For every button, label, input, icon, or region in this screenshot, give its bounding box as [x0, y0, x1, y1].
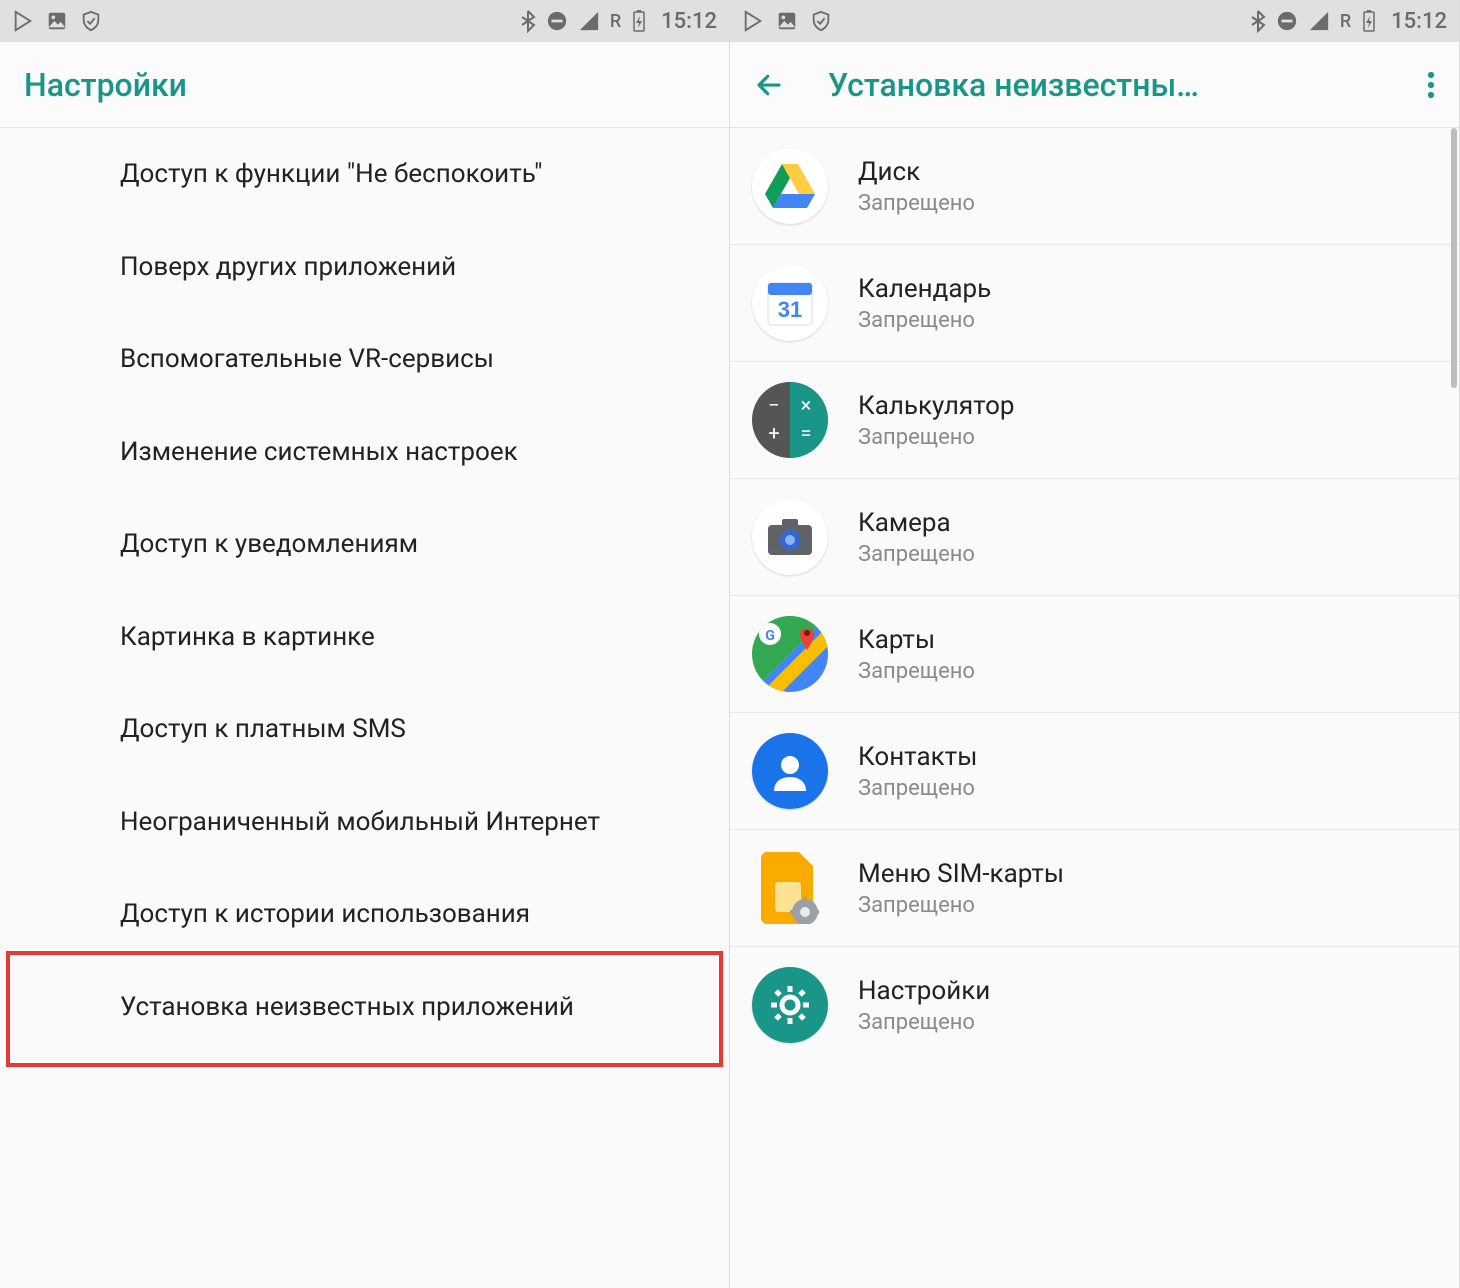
shield-check-icon: [80, 9, 102, 33]
shield-check-icon: [810, 9, 832, 33]
drive-icon: [752, 148, 828, 224]
more-options-button[interactable]: [1427, 70, 1435, 100]
app-row-settings[interactable]: Настройки Запрещено: [730, 947, 1459, 1063]
bluetooth-icon: [520, 9, 536, 33]
app-name: Калькулятор: [858, 391, 1015, 421]
settings-item[interactable]: Картинка в картинке: [0, 591, 729, 684]
app-row-sim-menu[interactable]: Меню SIM-карты Запрещено: [730, 830, 1459, 947]
app-list[interactable]: Диск Запрещено 31 Календарь Запрещено: [730, 128, 1459, 1288]
play-store-icon: [12, 10, 34, 32]
image-icon: [46, 10, 68, 32]
phone-left-settings: R 15:12 Настройки Доступ к функции "Не б…: [0, 0, 730, 1288]
svg-text:=: =: [801, 421, 812, 445]
settings-item[interactable]: Доступ к истории использования: [0, 868, 729, 961]
app-status: Запрещено: [858, 425, 1015, 450]
settings-item[interactable]: Доступ к платным SMS: [0, 683, 729, 776]
app-status: Запрещено: [858, 542, 975, 567]
phone-right-install-unknown: R 15:12 Установка неизвестны… Диск Запре…: [730, 0, 1460, 1288]
status-bar: R 15:12: [0, 0, 729, 42]
settings-item[interactable]: Вспомогательные VR-сервисы: [0, 313, 729, 406]
app-bar: Установка неизвестны…: [730, 42, 1459, 128]
settings-gear-icon: [752, 967, 828, 1043]
app-row-calendar[interactable]: 31 Календарь Запрещено: [730, 245, 1459, 362]
app-status: Запрещено: [858, 659, 975, 684]
maps-icon: G: [752, 616, 828, 692]
status-time: 15:12: [661, 9, 717, 34]
app-name: Контакты: [858, 742, 977, 772]
network-type-label: R: [1340, 11, 1351, 32]
svg-text:+: +: [768, 421, 779, 445]
page-title: Установка неизвестны…: [828, 66, 1199, 104]
app-bar: Настройки: [0, 42, 729, 128]
settings-item[interactable]: Неограниченный мобильный Интернет: [0, 776, 729, 869]
image-icon: [776, 10, 798, 32]
bluetooth-icon: [1250, 9, 1266, 33]
network-type-label: R: [610, 11, 621, 32]
svg-text:−: −: [768, 393, 779, 417]
signal-icon: [1308, 10, 1330, 32]
svg-text:G: G: [765, 628, 775, 644]
settings-item[interactable]: Доступ к функции "Не беспокоить": [0, 128, 729, 221]
scrollbar[interactable]: [1451, 128, 1457, 388]
app-status: Запрещено: [858, 893, 1064, 918]
app-name: Камера: [858, 508, 975, 538]
signal-icon: [578, 10, 600, 32]
app-row-camera[interactable]: Камера Запрещено: [730, 479, 1459, 596]
calculator-icon: − × + =: [752, 382, 828, 458]
settings-item[interactable]: Поверх других приложений: [0, 221, 729, 314]
app-status: Запрещено: [858, 191, 975, 216]
calendar-icon: 31: [752, 265, 828, 341]
app-row-maps[interactable]: G Карты Запрещено: [730, 596, 1459, 713]
app-name: Календарь: [858, 274, 991, 304]
svg-text:×: ×: [801, 393, 812, 417]
app-status: Запрещено: [858, 308, 991, 333]
app-name: Настройки: [858, 976, 990, 1006]
app-name: Меню SIM-карты: [858, 859, 1064, 889]
back-button[interactable]: [754, 70, 784, 100]
contacts-icon: [752, 733, 828, 809]
app-row-calculator[interactable]: − × + = Калькулятор Запрещено: [730, 362, 1459, 479]
do-not-disturb-icon: [1276, 10, 1298, 32]
app-name: Карты: [858, 625, 975, 655]
settings-list[interactable]: Доступ к функции "Не беспокоить" Поверх …: [0, 128, 729, 1288]
do-not-disturb-icon: [546, 10, 568, 32]
app-status: Запрещено: [858, 1010, 990, 1035]
page-title: Настройки: [24, 66, 187, 104]
app-row-drive[interactable]: Диск Запрещено: [730, 128, 1459, 245]
app-name: Диск: [858, 157, 975, 187]
status-time: 15:12: [1391, 9, 1447, 34]
status-bar: R 15:12: [730, 0, 1459, 42]
app-row-contacts[interactable]: Контакты Запрещено: [730, 713, 1459, 830]
play-store-icon: [742, 10, 764, 32]
sim-card-icon: [752, 850, 828, 926]
battery-icon: [1361, 9, 1377, 33]
app-status: Запрещено: [858, 776, 977, 801]
settings-item[interactable]: Доступ к уведомлениям: [0, 498, 729, 591]
settings-item-install-unknown-apps[interactable]: Установка неизвестных приложений: [0, 961, 729, 1054]
battery-icon: [631, 9, 647, 33]
camera-icon: [752, 499, 828, 575]
svg-text:31: 31: [778, 297, 802, 322]
settings-item[interactable]: Изменение системных настроек: [0, 406, 729, 499]
